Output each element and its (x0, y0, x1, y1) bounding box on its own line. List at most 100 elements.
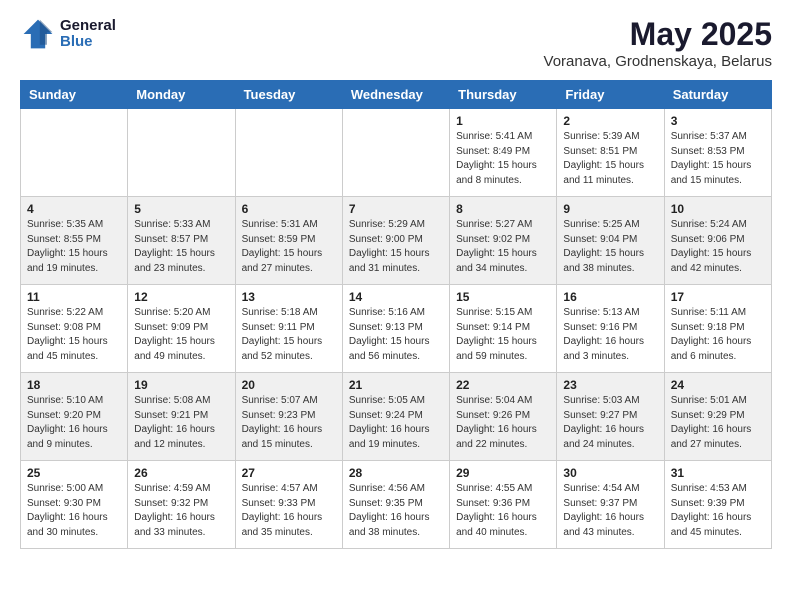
day-info: Sunrise: 5:35 AM Sunset: 8:55 PM Dayligh… (27, 218, 121, 276)
calendar-cell: 5 Sunrise: 5:33 AM Sunset: 8:57 PM Daylig… (128, 197, 235, 285)
day-number: 21 (349, 378, 443, 392)
day-number: 15 (456, 290, 550, 304)
day-info: Sunrise: 5:00 AM Sunset: 9:30 PM Dayligh… (27, 482, 121, 540)
day-number: 27 (242, 466, 336, 480)
logo-icon (20, 16, 56, 52)
day-header-saturday: Saturday (664, 81, 771, 109)
day-number: 20 (242, 378, 336, 392)
day-number: 4 (27, 202, 121, 216)
day-number: 8 (456, 202, 550, 216)
day-number: 25 (27, 466, 121, 480)
calendar-week-3: 11 Sunrise: 5:22 AM Sunset: 9:08 PM Dayli… (21, 285, 772, 373)
day-number: 2 (563, 114, 657, 128)
calendar-cell: 22 Sunrise: 5:04 AM Sunset: 9:26 PM Dayli… (450, 373, 557, 461)
calendar-cell: 4 Sunrise: 5:35 AM Sunset: 8:55 PM Daylig… (21, 197, 128, 285)
day-info: Sunrise: 4:55 AM Sunset: 9:36 PM Dayligh… (456, 482, 550, 540)
day-info: Sunrise: 5:13 AM Sunset: 9:16 PM Dayligh… (563, 306, 657, 364)
calendar-cell: 16 Sunrise: 5:13 AM Sunset: 9:16 PM Dayli… (557, 285, 664, 373)
day-info: Sunrise: 5:16 AM Sunset: 9:13 PM Dayligh… (349, 306, 443, 364)
day-header-tuesday: Tuesday (235, 81, 342, 109)
calendar-cell (235, 109, 342, 197)
calendar-cell: 24 Sunrise: 5:01 AM Sunset: 9:29 PM Dayli… (664, 373, 771, 461)
day-info: Sunrise: 5:33 AM Sunset: 8:57 PM Dayligh… (134, 218, 228, 276)
day-number: 29 (456, 466, 550, 480)
day-info: Sunrise: 5:08 AM Sunset: 9:21 PM Dayligh… (134, 394, 228, 452)
day-number: 23 (563, 378, 657, 392)
day-info: Sunrise: 5:15 AM Sunset: 9:14 PM Dayligh… (456, 306, 550, 364)
day-number: 3 (671, 114, 765, 128)
day-info: Sunrise: 4:59 AM Sunset: 9:32 PM Dayligh… (134, 482, 228, 540)
calendar-week-1: 1 Sunrise: 5:41 AM Sunset: 8:49 PM Daylig… (21, 109, 772, 197)
day-info: Sunrise: 5:31 AM Sunset: 8:59 PM Dayligh… (242, 218, 336, 276)
calendar-cell: 9Sunrise: 5:25 AM Sunset: 9:04 PM Daylig… (557, 197, 664, 285)
day-number: 9 (563, 202, 657, 216)
calendar-cell: 25 Sunrise: 5:00 AM Sunset: 9:30 PM Dayli… (21, 461, 128, 549)
day-header-monday: Monday (128, 81, 235, 109)
day-number: 22 (456, 378, 550, 392)
calendar-cell (128, 109, 235, 197)
day-header-sunday: Sunday (21, 81, 128, 109)
day-number: 24 (671, 378, 765, 392)
day-number: 16 (563, 290, 657, 304)
day-header-friday: Friday (557, 81, 664, 109)
logo-text: General Blue (60, 18, 116, 51)
day-info: Sunrise: 5:03 AM Sunset: 9:27 PM Dayligh… (563, 394, 657, 452)
day-info: Sunrise: 5:04 AM Sunset: 9:26 PM Dayligh… (456, 394, 550, 452)
calendar-week-4: 18Sunrise: 5:10 AM Sunset: 9:20 PM Dayli… (21, 373, 772, 461)
calendar-cell: 6 Sunrise: 5:31 AM Sunset: 8:59 PM Daylig… (235, 197, 342, 285)
calendar-cell: 26Sunrise: 4:59 AM Sunset: 9:32 PM Dayli… (128, 461, 235, 549)
day-info: Sunrise: 5:22 AM Sunset: 9:08 PM Dayligh… (27, 306, 121, 364)
day-info: Sunrise: 5:29 AM Sunset: 9:00 PM Dayligh… (349, 218, 443, 276)
day-number: 28 (349, 466, 443, 480)
calendar-cell: 10Sunrise: 5:24 AM Sunset: 9:06 PM Dayli… (664, 197, 771, 285)
calendar-cell: 12Sunrise: 5:20 AM Sunset: 9:09 PM Dayli… (128, 285, 235, 373)
day-number: 17 (671, 290, 765, 304)
title-block: May 2025 Voranava, Grodnenskaya, Belarus (544, 16, 772, 70)
day-info: Sunrise: 5:11 AM Sunset: 9:18 PM Dayligh… (671, 306, 765, 364)
day-info: Sunrise: 4:56 AM Sunset: 9:35 PM Dayligh… (349, 482, 443, 540)
day-info: Sunrise: 5:27 AM Sunset: 9:02 PM Dayligh… (456, 218, 550, 276)
calendar-cell: 27Sunrise: 4:57 AM Sunset: 9:33 PM Dayli… (235, 461, 342, 549)
day-number: 14 (349, 290, 443, 304)
day-info: Sunrise: 5:24 AM Sunset: 9:06 PM Dayligh… (671, 218, 765, 276)
day-info: Sunrise: 4:53 AM Sunset: 9:39 PM Dayligh… (671, 482, 765, 540)
main-title: May 2025 (544, 16, 772, 53)
day-number: 5 (134, 202, 228, 216)
subtitle: Voranava, Grodnenskaya, Belarus (544, 53, 772, 70)
calendar-cell: 21 Sunrise: 5:05 AM Sunset: 9:24 PM Dayli… (342, 373, 449, 461)
logo-blue-text: Blue (60, 34, 116, 51)
calendar-cell: 3 Sunrise: 5:37 AM Sunset: 8:53 PM Daylig… (664, 109, 771, 197)
calendar-cell: 15 Sunrise: 5:15 AM Sunset: 9:14 PM Dayli… (450, 285, 557, 373)
day-info: Sunrise: 5:07 AM Sunset: 9:23 PM Dayligh… (242, 394, 336, 452)
calendar-cell: 11 Sunrise: 5:22 AM Sunset: 9:08 PM Dayli… (21, 285, 128, 373)
calendar-cell: 1 Sunrise: 5:41 AM Sunset: 8:49 PM Daylig… (450, 109, 557, 197)
calendar-cell: 17 Sunrise: 5:11 AM Sunset: 9:18 PM Dayli… (664, 285, 771, 373)
logo: General Blue (20, 16, 116, 52)
calendar-cell: 31 Sunrise: 4:53 AM Sunset: 9:39 PM Dayli… (664, 461, 771, 549)
calendar-cell: 23 Sunrise: 5:03 AM Sunset: 9:27 PM Dayli… (557, 373, 664, 461)
day-info: Sunrise: 5:39 AM Sunset: 8:51 PM Dayligh… (563, 130, 657, 188)
calendar-cell: 13Sunrise: 5:18 AM Sunset: 9:11 PM Dayli… (235, 285, 342, 373)
day-info: Sunrise: 5:05 AM Sunset: 9:24 PM Dayligh… (349, 394, 443, 452)
calendar-week-5: 25 Sunrise: 5:00 AM Sunset: 9:30 PM Dayli… (21, 461, 772, 549)
calendar-cell: 28 Sunrise: 4:56 AM Sunset: 9:35 PM Dayli… (342, 461, 449, 549)
day-number: 13 (242, 290, 336, 304)
day-info: Sunrise: 5:01 AM Sunset: 9:29 PM Dayligh… (671, 394, 765, 452)
calendar-cell: 20 Sunrise: 5:07 AM Sunset: 9:23 PM Dayli… (235, 373, 342, 461)
day-number: 6 (242, 202, 336, 216)
calendar-cell (342, 109, 449, 197)
calendar-cell: 2 Sunrise: 5:39 AM Sunset: 8:51 PM Daylig… (557, 109, 664, 197)
calendar-cell (21, 109, 128, 197)
calendar-cell: 7Sunrise: 5:29 AM Sunset: 9:00 PM Daylig… (342, 197, 449, 285)
calendar-header-row: SundayMondayTuesdayWednesdayThursdayFrid… (21, 81, 772, 109)
day-number: 1 (456, 114, 550, 128)
day-number: 12 (134, 290, 228, 304)
calendar-cell: 14 Sunrise: 5:16 AM Sunset: 9:13 PM Dayli… (342, 285, 449, 373)
day-number: 11 (27, 290, 121, 304)
day-number: 19 (134, 378, 228, 392)
day-number: 31 (671, 466, 765, 480)
day-info: Sunrise: 5:37 AM Sunset: 8:53 PM Dayligh… (671, 130, 765, 188)
day-info: Sunrise: 5:41 AM Sunset: 8:49 PM Dayligh… (456, 130, 550, 188)
header: General Blue May 2025 Voranava, Grodnens… (20, 16, 772, 70)
logo-general-text: General (60, 18, 116, 35)
